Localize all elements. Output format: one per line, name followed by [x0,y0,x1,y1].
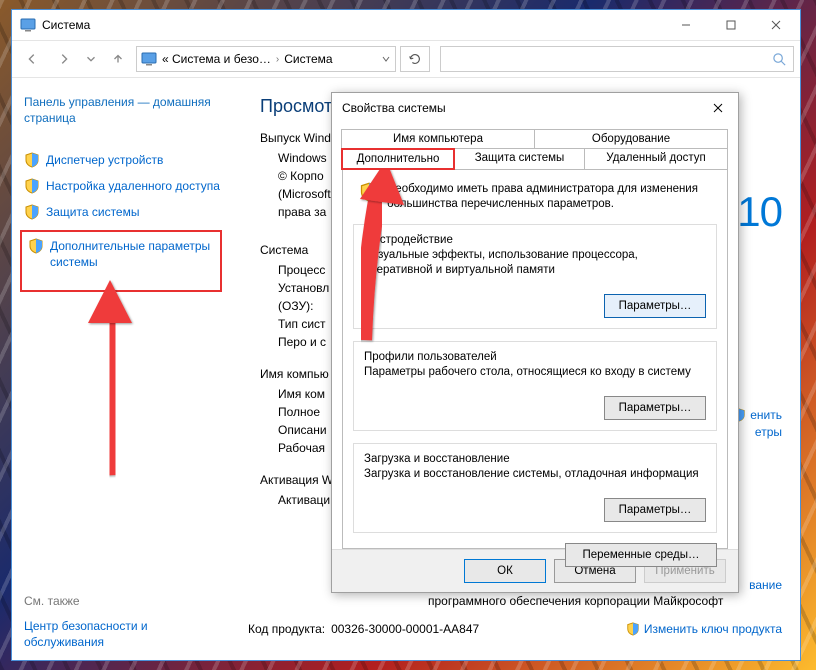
refresh-button[interactable] [400,46,430,72]
sidebar-item-label: Защита системы [46,204,139,220]
user-profiles-group: Профили пользователей Параметры рабочего… [353,341,717,431]
microsoft-software-line: программного обеспечения корпорации Майк… [428,594,723,608]
breadcrumb-item[interactable]: Система [284,52,332,66]
close-button[interactable] [753,11,798,39]
link-text-continued: етры [755,425,782,439]
breadcrumb-item[interactable]: « Система и безо… [162,52,271,66]
chevron-down-icon[interactable] [381,54,391,64]
sidebar-item-label: Панель управления — домашняя страница [24,94,220,126]
search-input[interactable] [440,46,794,72]
group-legend: Загрузка и восстановление [364,453,510,465]
system-properties-dialog: Свойства системы Имя компьютера Оборудов… [331,92,739,593]
group-legend: Быстродействие [364,234,453,246]
tab-computer-name[interactable]: Имя компьютера [341,129,535,148]
back-button[interactable] [18,45,46,73]
group-description: Загрузка и восстановление системы, отлад… [364,467,706,482]
dialog-close-button[interactable] [702,96,734,120]
link-text: енить [750,408,782,422]
shield-icon [626,622,640,636]
sidebar-item-advanced-settings[interactable]: Дополнительные параметры системы [28,238,214,270]
group-legend: Профили пользователей [364,351,497,363]
dialog-title: Свойства системы [342,101,702,115]
sidebar-item-device-manager[interactable]: Диспетчер устройств [24,152,220,168]
sidebar-item-label: Дополнительные параметры системы [50,238,214,270]
shield-icon [24,178,40,194]
startup-recovery-settings-button[interactable]: Параметры… [604,498,706,522]
shield-icon [359,182,379,202]
tab-remote[interactable]: Удаленный доступ [584,148,728,170]
tab-advanced[interactable]: Дополнительно [341,148,455,170]
toolbar: « Система и безо… › Система [12,40,800,78]
product-key-value: 00326-30000-00001-AA847 [331,622,479,636]
tab-system-protection[interactable]: Защита системы [454,148,585,170]
up-button[interactable] [104,45,132,73]
environment-variables-button[interactable]: Переменные среды… [565,543,717,567]
ok-button[interactable]: ОК [464,559,546,583]
search-icon [772,52,787,67]
startup-recovery-group: Загрузка и восстановление Загрузка и вос… [353,443,717,533]
sidebar-item-label: Центр безопасности и обслуживания [24,618,220,650]
user-profiles-settings-button[interactable]: Параметры… [604,396,706,420]
performance-settings-button[interactable]: Параметры… [604,294,706,318]
highlight-box: Дополнительные параметры системы [20,230,222,292]
chevron-right-icon: › [276,54,279,65]
forward-button[interactable] [50,45,78,73]
tab-page-advanced: Необходимо иметь права администратора дл… [342,169,728,549]
dialog-titlebar[interactable]: Свойства системы [332,93,738,123]
sidebar-item-label: Диспетчер устройств [46,152,163,168]
admin-note-text: Необходимо иметь права администратора дл… [387,182,713,212]
minimize-button[interactable] [663,11,708,39]
shield-icon [28,238,44,254]
system-icon [141,51,157,67]
titlebar[interactable]: Система [12,10,800,40]
group-description: Визуальные эффекты, использование процес… [364,248,706,278]
change-settings-link[interactable]: енить [732,408,782,422]
see-also-header: См. также [24,574,220,608]
performance-group: Быстродействие Визуальные эффекты, испол… [353,224,717,329]
shield-icon [24,152,40,168]
system-icon [20,17,36,33]
sidebar-item-label: Настройка удаленного доступа [46,178,220,194]
window-title: Система [42,18,663,32]
product-key-label: Код продукта: [248,622,325,636]
maximize-button[interactable] [708,11,753,39]
address-bar[interactable]: « Система и безо… › Система [136,46,396,72]
sidebar-item-security-center[interactable]: Центр безопасности и обслуживания [24,618,220,650]
recent-button[interactable] [82,45,100,73]
tab-hardware[interactable]: Оборудование [534,129,728,148]
sidebar-item-remote-settings[interactable]: Настройка удаленного доступа [24,178,220,194]
control-panel-home-link[interactable]: Панель управления — домашняя страница [24,94,220,126]
shield-icon [24,204,40,220]
link-text: Изменить ключ продукта [644,622,782,636]
sidebar-item-system-protection[interactable]: Защита системы [24,204,220,220]
group-description: Параметры рабочего стола, относящиеся ко… [364,365,706,380]
license-terms-link[interactable]: вание [749,578,782,592]
sidebar: Панель управления — домашняя страница Ди… [12,78,230,660]
change-product-key-link[interactable]: Изменить ключ продукта [626,622,782,636]
refresh-icon [408,52,422,66]
